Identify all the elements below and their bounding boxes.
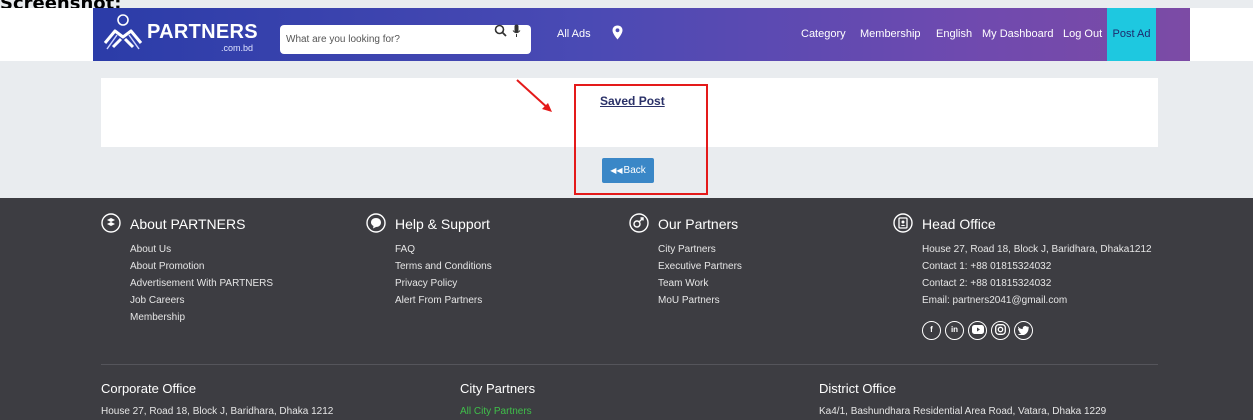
footer-link[interactable]: Executive Partners [658, 258, 742, 275]
instagram-icon[interactable] [991, 321, 1010, 340]
address-book-icon [893, 213, 913, 233]
corporate-office-address: House 27, Road 18, Block J, Baridhara, D… [101, 406, 334, 417]
all-ads-link[interactable]: All Ads [557, 28, 591, 40]
chat-bubble-icon [366, 213, 386, 233]
footer-about-title: About PARTNERS [130, 216, 246, 232]
footer-help-column: Help & Support FAQ Terms and Conditions … [366, 213, 586, 306]
footer-link[interactable]: Privacy Policy [395, 275, 492, 292]
youtube-icon[interactable] [968, 321, 987, 340]
all-city-partners-link[interactable]: All City Partners [460, 406, 532, 417]
brand-domain: .com.bd [221, 43, 254, 53]
facebook-icon[interactable]: f [922, 321, 941, 340]
office-contact-1: Contact 1: +88 01815324032 [922, 261, 1052, 272]
footer-link[interactable]: About Us [130, 241, 273, 258]
dropbox-icon [101, 213, 121, 233]
site-logo[interactable]: PARTNERS .com.bd [101, 13, 273, 55]
handshake-logo-icon [103, 14, 143, 50]
footer-link[interactable]: FAQ [395, 241, 492, 258]
footer-link[interactable]: Alert From Partners [395, 292, 492, 309]
footer-link[interactable]: Advertisement With PARTNERS [130, 275, 273, 292]
footer-partners-title: Our Partners [658, 216, 739, 232]
nav-logout[interactable]: Log Out [1063, 28, 1102, 40]
footer-link[interactable]: Job Careers [130, 292, 273, 309]
nav-language[interactable]: English [936, 28, 972, 40]
footer-about-column: About PARTNERS About Us About Promotion … [101, 213, 341, 323]
search-input[interactable] [286, 31, 466, 48]
footer-link[interactable]: City Partners [658, 241, 742, 258]
footer-head-office-column: Head Office House 27, Road 18, Block J, … [893, 213, 1173, 306]
nav-dashboard[interactable]: My Dashboard [982, 28, 1054, 40]
microphone-icon[interactable] [512, 24, 521, 38]
office-contact-2: Contact 2: +88 01815324032 [922, 278, 1052, 289]
gender-symbols-icon [629, 213, 649, 233]
twitter-icon[interactable] [1014, 321, 1033, 340]
corporate-office-title: Corporate Office [101, 381, 197, 396]
footer-link[interactable]: Team Work [658, 275, 742, 292]
post-ad-button[interactable]: Post Ad [1107, 8, 1156, 61]
annotation-highlight-box [574, 84, 708, 195]
search-icon[interactable] [494, 24, 507, 37]
footer-help-title: Help & Support [395, 216, 490, 232]
office-address: House 27, Road 18, Block J, Baridhara, D… [922, 244, 1152, 255]
footer-link[interactable]: MoU Partners [658, 292, 742, 309]
location-pin-icon[interactable] [612, 25, 623, 40]
footer-link[interactable]: About Promotion [130, 258, 273, 275]
annotation-arrow-icon [516, 79, 552, 112]
footer-partners-column: Our Partners City Partners Executive Par… [629, 213, 849, 306]
city-partners-title: City Partners [460, 381, 536, 396]
district-office-address: Ka4/1, Bashundhara Residential Area Road… [819, 406, 1107, 417]
nav-category[interactable]: Category [801, 28, 846, 40]
nav-membership[interactable]: Membership [860, 28, 921, 40]
linkedin-icon[interactable]: in [945, 321, 964, 340]
footer-head-office-title: Head Office [922, 216, 996, 232]
brand-name: PARTNERS [147, 21, 258, 43]
footer-divider [101, 364, 1158, 365]
top-navbar: PARTNERS .com.bd All Ads Category Member… [0, 8, 1253, 61]
district-office-title: District Office [819, 381, 897, 396]
footer-link[interactable]: Terms and Conditions [395, 258, 492, 275]
footer-link[interactable]: Membership [130, 309, 273, 326]
office-email[interactable]: Email: partners2041@gmail.com [922, 292, 1152, 309]
